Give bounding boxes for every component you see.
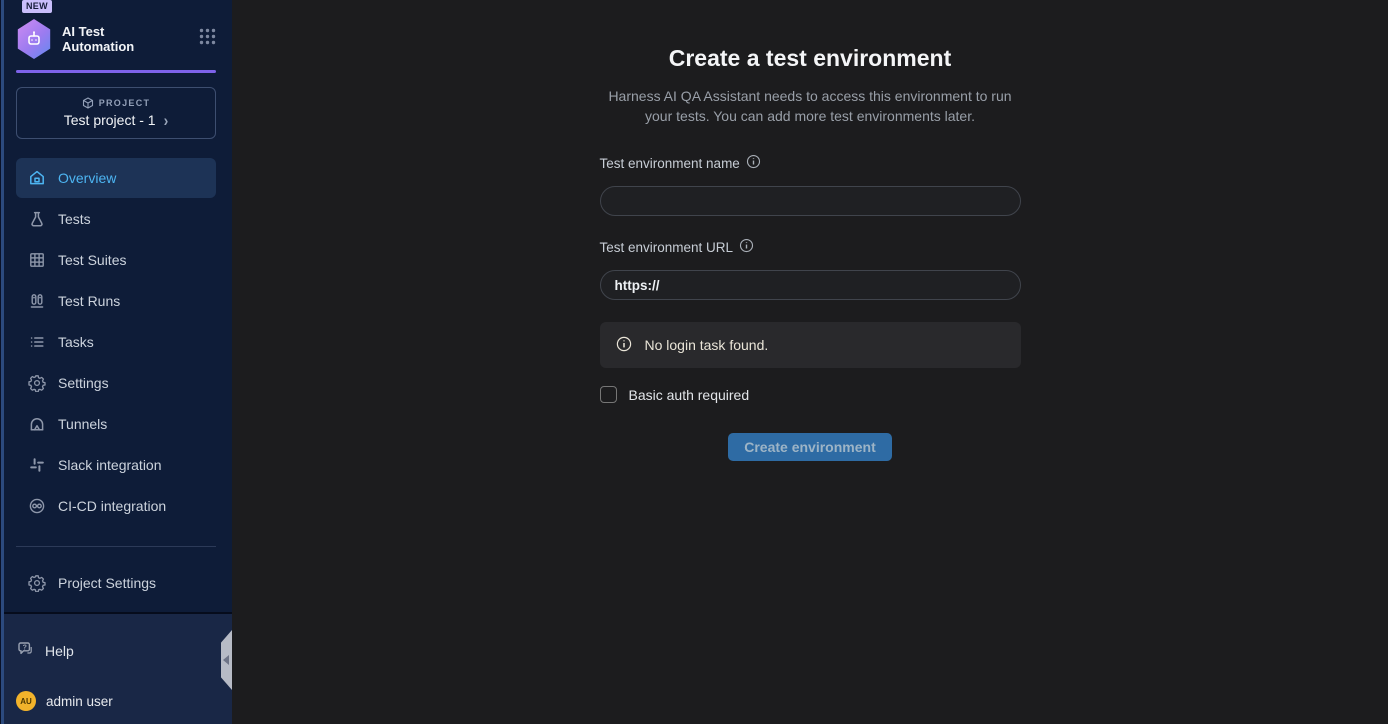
basic-auth-label: Basic auth required bbox=[629, 387, 750, 403]
help-chat-icon: ? bbox=[16, 640, 35, 661]
sidebar-header: NEW AI Test Automation bbox=[0, 0, 232, 73]
sidebar-item-settings[interactable]: Settings bbox=[16, 363, 216, 403]
app-switcher-grid-icon[interactable] bbox=[199, 28, 216, 50]
project-name: Test project - 1 bbox=[64, 112, 156, 128]
user-avatar: AU bbox=[16, 691, 36, 711]
grid-table-icon bbox=[28, 251, 46, 269]
cicd-icon bbox=[28, 497, 46, 515]
basic-auth-checkbox[interactable] bbox=[600, 386, 617, 403]
sidebar-item-label: CI-CD integration bbox=[58, 498, 166, 514]
notice-text: No login task found. bbox=[645, 337, 769, 353]
info-icon[interactable] bbox=[739, 238, 754, 256]
flask-icon bbox=[28, 210, 46, 228]
page-subtitle: Harness AI QA Assistant needs to access … bbox=[600, 86, 1020, 126]
home-icon bbox=[28, 169, 46, 187]
help-button[interactable]: ? Help bbox=[16, 640, 216, 661]
sidebar-footer: ? Help AU admin user bbox=[0, 612, 232, 724]
info-icon[interactable] bbox=[746, 154, 761, 172]
sidebar-item-tasks[interactable]: Tasks bbox=[16, 322, 216, 362]
gear-icon bbox=[28, 574, 46, 592]
env-url-label: Test environment URL bbox=[600, 240, 734, 255]
gear-icon bbox=[28, 374, 46, 392]
sidebar-item-project-settings[interactable]: Project Settings bbox=[16, 563, 216, 603]
app-logo-icon bbox=[16, 19, 52, 59]
sidebar-nav: Overview Tests Test Su bbox=[0, 157, 232, 604]
sidebar-item-tunnels[interactable]: Tunnels bbox=[16, 404, 216, 444]
project-kicker-label: PROJECT bbox=[99, 98, 151, 108]
new-badge: NEW bbox=[22, 0, 52, 13]
env-name-input[interactable] bbox=[600, 186, 1021, 216]
sidebar-item-test-runs[interactable]: Test Runs bbox=[16, 281, 216, 321]
user-menu[interactable]: AU admin user bbox=[16, 691, 216, 711]
sidebar-item-label: Tunnels bbox=[58, 416, 107, 432]
sidebar-item-slack-integration[interactable]: Slack integration bbox=[16, 445, 216, 485]
sidebar-item-label: Tests bbox=[58, 211, 91, 227]
sidebar-item-label: Project Settings bbox=[58, 575, 156, 591]
sidebar-item-label: Overview bbox=[58, 170, 116, 186]
env-url-label-row: Test environment URL bbox=[600, 238, 1021, 256]
nav-divider bbox=[16, 546, 216, 547]
sidebar-item-label: Test Runs bbox=[58, 293, 120, 309]
test-runs-icon bbox=[28, 292, 46, 310]
env-url-input[interactable] bbox=[600, 270, 1021, 300]
task-list-icon bbox=[28, 333, 46, 351]
main-content: Create a test environment Harness AI QA … bbox=[232, 0, 1388, 724]
tunnel-icon bbox=[28, 415, 46, 433]
app-window: NEW AI Test Automation bbox=[0, 0, 1388, 724]
sidebar-item-label: Tasks bbox=[58, 334, 94, 350]
cube-icon bbox=[82, 97, 94, 109]
window-edge bbox=[0, 0, 4, 724]
login-task-notice: No login task found. bbox=[600, 322, 1021, 368]
slack-icon bbox=[28, 456, 46, 474]
chevron-right-icon: › bbox=[164, 110, 169, 129]
app-title: AI Test Automation bbox=[62, 24, 146, 54]
env-name-label: Test environment name bbox=[600, 156, 740, 171]
create-environment-form: Test environment name Test environment U… bbox=[600, 154, 1021, 461]
user-name: admin user bbox=[46, 694, 113, 709]
basic-auth-row: Basic auth required bbox=[600, 386, 1021, 403]
info-icon bbox=[616, 336, 632, 355]
sidebar-item-tests[interactable]: Tests bbox=[16, 199, 216, 239]
svg-text:?: ? bbox=[23, 644, 27, 651]
sidebar-item-label: Settings bbox=[58, 375, 109, 391]
project-selector[interactable]: PROJECT Test project - 1 › bbox=[16, 87, 216, 139]
sidebar-item-cicd-integration[interactable]: CI-CD integration bbox=[16, 486, 216, 526]
sidebar: NEW AI Test Automation bbox=[0, 0, 232, 724]
page-title: Create a test environment bbox=[669, 45, 951, 72]
sidebar-item-overview[interactable]: Overview bbox=[16, 158, 216, 198]
brand-divider bbox=[16, 70, 216, 73]
sidebar-item-label: Slack integration bbox=[58, 457, 162, 473]
env-name-label-row: Test environment name bbox=[600, 154, 1021, 172]
sidebar-item-label: Test Suites bbox=[58, 252, 126, 268]
sidebar-item-test-suites[interactable]: Test Suites bbox=[16, 240, 216, 280]
create-environment-button[interactable]: Create environment bbox=[728, 433, 891, 461]
help-label: Help bbox=[45, 643, 74, 659]
